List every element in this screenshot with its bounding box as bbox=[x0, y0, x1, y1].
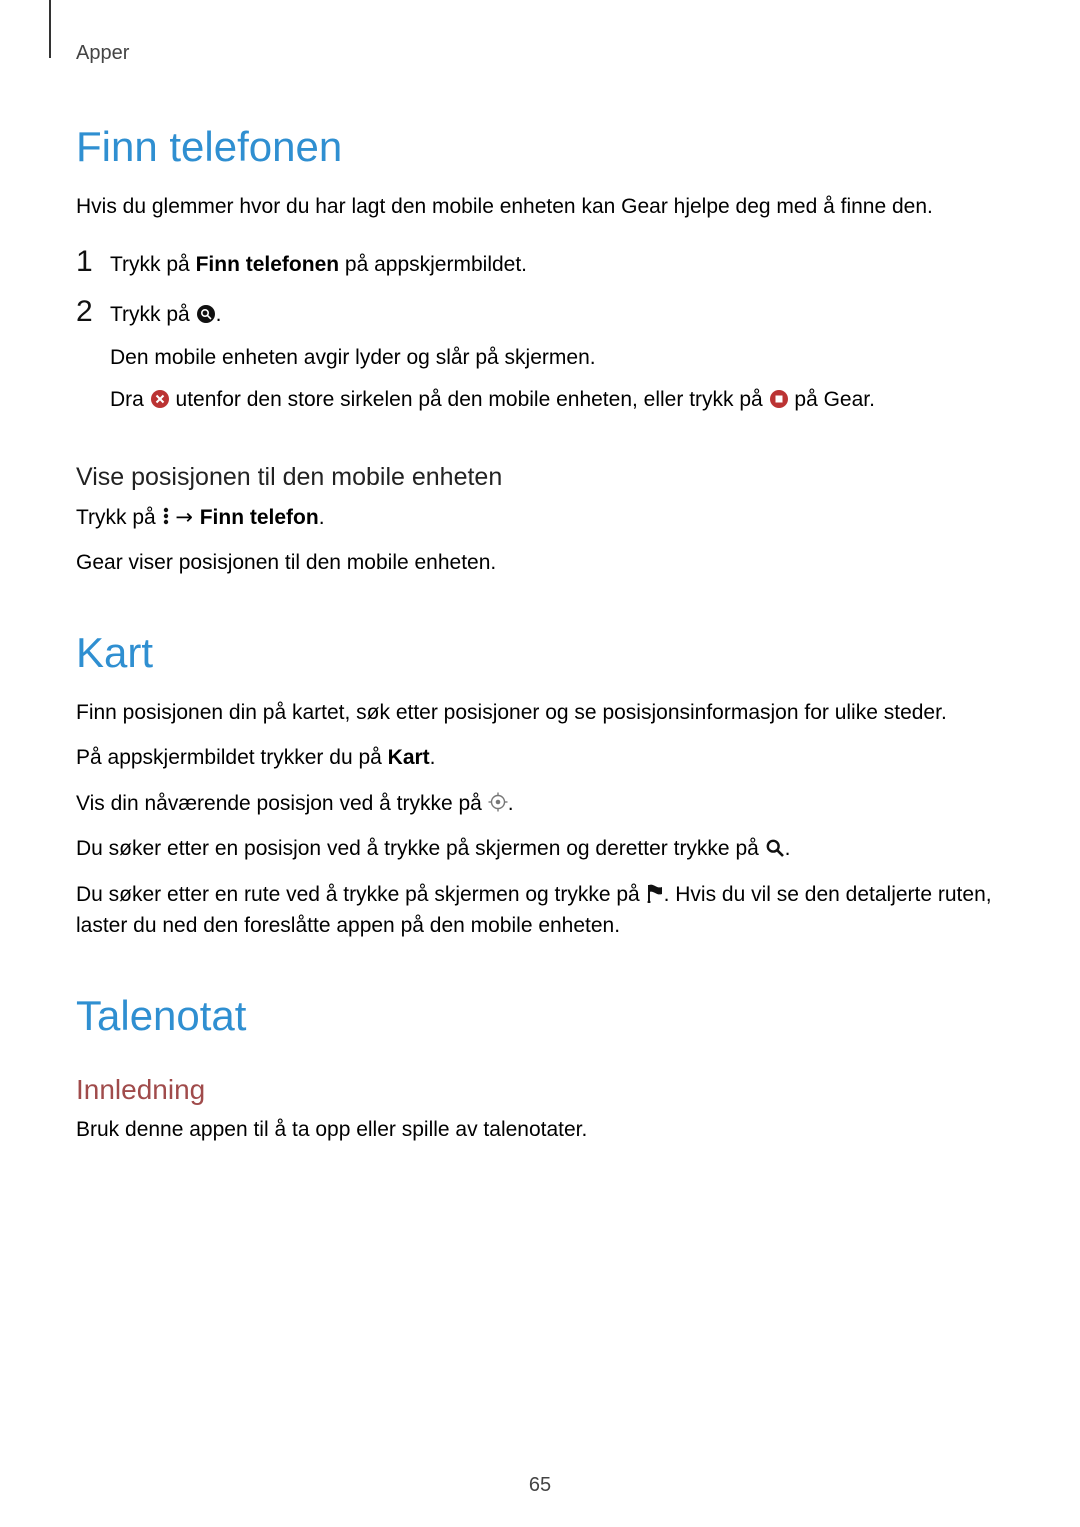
paragraph: På appskjermbildet trykker du på Kart. bbox=[76, 742, 1004, 774]
step-subtext: Den mobile enheten avgir lyder og slår p… bbox=[110, 342, 1004, 375]
search-icon bbox=[765, 838, 785, 858]
page-root: Apper Finn telefonen Hvis du glemmer hvo… bbox=[0, 0, 1080, 1527]
page-number: 65 bbox=[0, 1474, 1080, 1497]
text-frag-bold: Finn telefon bbox=[200, 506, 319, 529]
paragraph: Hvis du glemmer hvor du har lagt den mob… bbox=[76, 191, 1004, 223]
text-frag: Trykk på bbox=[76, 506, 162, 529]
text-frag-bold: Kart bbox=[388, 746, 430, 769]
step-list: 1 Trykk på Finn telefonen på appskjermbi… bbox=[76, 247, 1004, 433]
paragraph: Finn posisjonen din på kartet, søk etter… bbox=[76, 697, 1004, 729]
header-section-label: Apper bbox=[76, 42, 1004, 65]
side-rule bbox=[49, 0, 51, 58]
paragraph: Du søker etter en rute ved å trykke på s… bbox=[76, 879, 1004, 942]
step-2: 2 Trykk på . Den mobile enheten avgir ly… bbox=[76, 297, 1004, 433]
text-frag: utenfor den store sirkelen på den mobile… bbox=[176, 388, 769, 411]
subheading-innledning: Innledning bbox=[76, 1074, 1004, 1106]
paragraph: Gear viser posisjonen til den mobile enh… bbox=[76, 547, 1004, 579]
text-frag: Dra bbox=[110, 388, 150, 411]
step-text-bold: Finn telefonen bbox=[196, 253, 340, 276]
text-frag: På appskjermbildet trykker du på bbox=[76, 746, 388, 769]
text-frag: Vis din nåværende posisjon ved å trykke … bbox=[76, 792, 488, 815]
arrow-icon: → bbox=[175, 505, 199, 529]
text-frag: . bbox=[785, 837, 791, 860]
paragraph: Bruk denne appen til å ta opp eller spil… bbox=[76, 1114, 1004, 1146]
heading-kart: Kart bbox=[76, 629, 1004, 677]
directions-flag-icon bbox=[646, 883, 664, 903]
text-frag: Du søker etter en posisjon ved å trykke … bbox=[76, 837, 765, 860]
paragraph: Trykk på → Finn telefon. bbox=[76, 502, 1004, 534]
text-frag: . bbox=[319, 506, 325, 529]
subheading-vise-posisjon: Vise posisjonen til den mobile enheten bbox=[76, 463, 1004, 492]
text-frag: Du søker etter en rute ved å trykke på s… bbox=[76, 883, 646, 906]
step-text: Trykk på bbox=[110, 303, 196, 326]
search-circle-icon bbox=[196, 304, 216, 324]
step-text: Trykk på bbox=[110, 253, 196, 276]
location-crosshair-icon bbox=[488, 792, 508, 812]
dismiss-circle-icon bbox=[150, 389, 170, 409]
step-number: 1 bbox=[76, 239, 93, 286]
paragraph: Vis din nåværende posisjon ved å trykke … bbox=[76, 788, 1004, 820]
stop-circle-icon bbox=[769, 389, 789, 409]
text-frag: . bbox=[508, 792, 514, 815]
step-subtext: Dra utenfor den store sirkelen på den mo… bbox=[110, 384, 1004, 417]
step-text: . bbox=[216, 303, 222, 326]
heading-talenotat: Talenotat bbox=[76, 992, 1004, 1040]
step-1: 1 Trykk på Finn telefonen på appskjermbi… bbox=[76, 247, 1004, 298]
heading-finn-telefonen: Finn telefonen bbox=[76, 123, 1004, 171]
more-vert-icon bbox=[162, 506, 170, 526]
text-frag: . bbox=[430, 746, 436, 769]
step-text: på appskjermbildet. bbox=[339, 253, 527, 276]
step-number: 2 bbox=[76, 289, 93, 336]
paragraph: Du søker etter en posisjon ved å trykke … bbox=[76, 833, 1004, 865]
text-frag: på Gear. bbox=[794, 388, 875, 411]
